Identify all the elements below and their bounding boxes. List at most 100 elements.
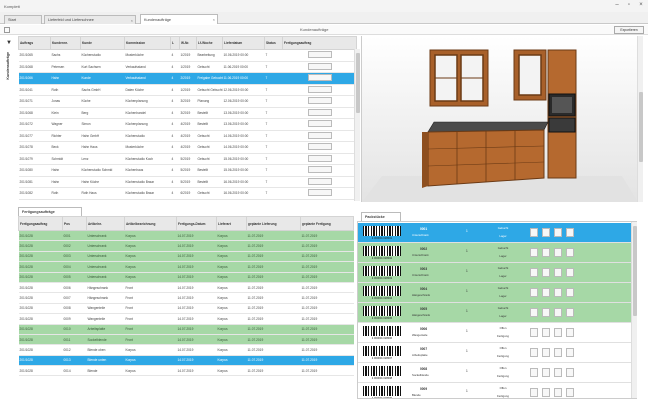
table-row[interactable]: 201/1028 0013 Blende unten Korpus 14.07.2019… <box>18 355 354 367</box>
collapse-button[interactable] <box>4 27 10 33</box>
row-action-button[interactable] <box>307 97 332 105</box>
barcode-row[interactable]: 4 000001 028009 0009 Blende 1 Offen Fertigung <box>358 383 632 398</box>
table-row[interactable]: 201/1080 Hahn Küchenstudio Schmid Küchenhau… <box>18 164 357 177</box>
tab-start[interactable]: Start <box>4 15 42 24</box>
edit-button[interactable] <box>530 248 538 257</box>
row-action-button[interactable] <box>307 120 332 128</box>
table-row[interactable]: 201/1028 0012 Blende oben Korpus 14.07.2019 K… <box>18 344 354 356</box>
column-header[interactable]: L <box>170 36 180 50</box>
tab-lieferfeld[interactable]: Lieferfeld und Lieferschnee × <box>44 15 136 24</box>
column-header[interactable]: Kommission <box>124 36 171 50</box>
print-button[interactable] <box>554 268 562 277</box>
tab-packstuecke[interactable]: Packstücke <box>361 212 401 221</box>
barcode-row[interactable]: 4 000001 028007 0007 Arbeitsplatte 1 Offen Fe… <box>358 343 632 363</box>
table-row[interactable]: 201/1028 0010 Arbeitsplatte Front 14.07.2019… <box>18 324 354 335</box>
row-action-button[interactable] <box>307 177 332 185</box>
print-button[interactable] <box>554 348 562 357</box>
column-header[interactable]: Lf-Woche <box>196 36 223 50</box>
kitchen-3d-viewer[interactable] <box>361 36 638 202</box>
scan-button[interactable] <box>542 308 550 317</box>
table-row[interactable]: 201/1068 Klein Berg Küchenhandel 4 3/2019 Best… <box>18 107 357 119</box>
column-header[interactable]: geplante Fertigung <box>300 216 354 231</box>
column-header[interactable]: geplante Lieferung <box>246 216 301 231</box>
column-header[interactable]: Lieferdatum <box>222 36 265 50</box>
scan-button[interactable] <box>542 328 550 337</box>
barcode-row[interactable]: 4 000001 028002 0002 Unterschrank 1 Gebucht L… <box>358 243 632 263</box>
tab-fertigungsauftraege[interactable]: Fertigungsaufträge <box>18 207 82 216</box>
close-icon[interactable]: × <box>131 18 133 23</box>
table-row[interactable]: 201/1065 Sachs Küchenstudio Musterküche 4 1/2… <box>18 49 357 62</box>
scroll-thumb[interactable] <box>639 92 643 162</box>
edit-button[interactable] <box>530 288 538 297</box>
scan-button[interactable] <box>542 268 550 277</box>
column-header[interactable]: Artikelbezeichnung <box>124 216 177 231</box>
table-row[interactable]: 201/1068 Petersen Kurt Sachsen Verkaufsstan… <box>18 61 357 73</box>
row-action-button[interactable] <box>307 154 332 162</box>
edit-button[interactable] <box>530 368 538 377</box>
table-row[interactable]: 201/1028 0008 Wangenteile Front 14.07.2019 Ko… <box>18 303 354 315</box>
scan-button[interactable] <box>542 368 550 377</box>
table-row[interactable]: 201/1028 0003 Unterschrank Korpus 14.07.2019… <box>18 251 354 263</box>
table-row[interactable]: 201/1028 0001 Unterschrank Korpus 14.07.2019… <box>18 230 354 242</box>
info-button[interactable] <box>566 248 574 257</box>
scan-button[interactable] <box>542 228 550 237</box>
barcode-scrollbar[interactable] <box>631 222 637 398</box>
table-row[interactable]: 201/1066 Hahn Kunde Verkaufsstand 4 2/2019 Fre… <box>18 72 357 85</box>
table-row[interactable]: 201/1071 Jonas Küche Küchenplanung 4 3/2019 Pl… <box>18 95 357 108</box>
close-icon[interactable]: × <box>213 17 215 22</box>
info-button[interactable] <box>566 308 574 317</box>
print-button[interactable] <box>554 228 562 237</box>
column-header[interactable]: Artikelnr. <box>86 216 125 231</box>
print-button[interactable] <box>554 248 562 257</box>
column-header[interactable]: W-Nr. <box>179 36 197 50</box>
table-row[interactable]: 201/1082 Roth Roth Haus Küchenstudio Braun 4… <box>18 187 357 200</box>
table-row[interactable]: 201/1041 Roth Sachs GmbH Daten Küche 4 1/2019… <box>18 84 357 96</box>
edit-button[interactable] <box>530 228 538 237</box>
table-row[interactable]: 201/1028 0011 Sockelblende Front 14.07.2019 K… <box>18 334 354 346</box>
table-row[interactable]: 201/1028 0014 Blende Korpus 14.07.2019 Korpus… <box>18 365 354 377</box>
row-action-button[interactable] <box>307 85 332 93</box>
barcode-row[interactable]: 4 000001 028004 0004 Hängeschrank 1 Gebucht L… <box>358 283 632 303</box>
table-row[interactable]: 201/1028 0009 Wangenteile Front 14.07.2019 Ko… <box>18 313 354 325</box>
row-action-button[interactable] <box>307 143 332 151</box>
table-row[interactable]: 201/1077 Richter Hahn GmbH Küchenstudio 4 4/2… <box>18 130 357 142</box>
print-button[interactable] <box>554 388 562 397</box>
scan-button[interactable] <box>542 388 550 397</box>
edit-button[interactable] <box>530 388 538 397</box>
info-button[interactable] <box>566 368 574 377</box>
column-header[interactable]: Status <box>264 36 283 50</box>
column-header[interactable]: Fertigungsauftrag <box>18 216 63 231</box>
print-button[interactable] <box>554 368 562 377</box>
minimize-button[interactable]: – <box>612 2 622 9</box>
table-row[interactable]: 201/1072 Wagner Simon Küchenplanung 4 4/2019 B… <box>18 118 357 131</box>
table-row[interactable]: 201/1078 Beck Hahn Haus Musterküche 4 4/2019 G… <box>18 141 357 154</box>
table-row[interactable]: 201/1028 0007 Hängeschrank Front 14.07.2019 K… <box>18 292 354 304</box>
info-button[interactable] <box>566 268 574 277</box>
export-button[interactable]: Exportieren <box>614 26 644 34</box>
row-action-button[interactable] <box>307 108 332 116</box>
print-button[interactable] <box>554 308 562 317</box>
info-button[interactable] <box>566 388 574 397</box>
info-button[interactable] <box>566 228 574 237</box>
edit-button[interactable] <box>530 268 538 277</box>
info-button[interactable] <box>566 328 574 337</box>
edit-button[interactable] <box>530 328 538 337</box>
barcode-row[interactable]: 4 000001 028003 0003 Unterschrank 1 Gebucht L… <box>358 263 632 283</box>
scan-button[interactable] <box>542 248 550 257</box>
table-row[interactable]: 201/1028 0005 Unterschrank Korpus 14.07.2019… <box>18 272 354 283</box>
barcode-row[interactable]: 4 000001 028001 0001 Unterschrank 1 Gebucht L… <box>358 223 632 243</box>
maximize-button[interactable]: ▫ <box>624 2 634 9</box>
print-button[interactable] <box>554 328 562 337</box>
column-header[interactable]: Auftrags <box>18 36 51 50</box>
scroll-thumb[interactable] <box>633 226 637 316</box>
barcode-row[interactable]: 4 000001 028005 0005 Hängeschrank 1 Gebucht L… <box>358 303 632 323</box>
edit-button[interactable] <box>530 308 538 317</box>
column-header[interactable]: Pos <box>62 216 87 231</box>
close-button[interactable]: × <box>636 2 646 9</box>
column-header[interactable]: Kunde <box>80 36 125 50</box>
info-button[interactable] <box>566 348 574 357</box>
edit-button[interactable] <box>530 348 538 357</box>
row-action-button[interactable] <box>307 51 332 59</box>
row-action-button[interactable] <box>307 166 332 174</box>
print-button[interactable] <box>554 288 562 297</box>
